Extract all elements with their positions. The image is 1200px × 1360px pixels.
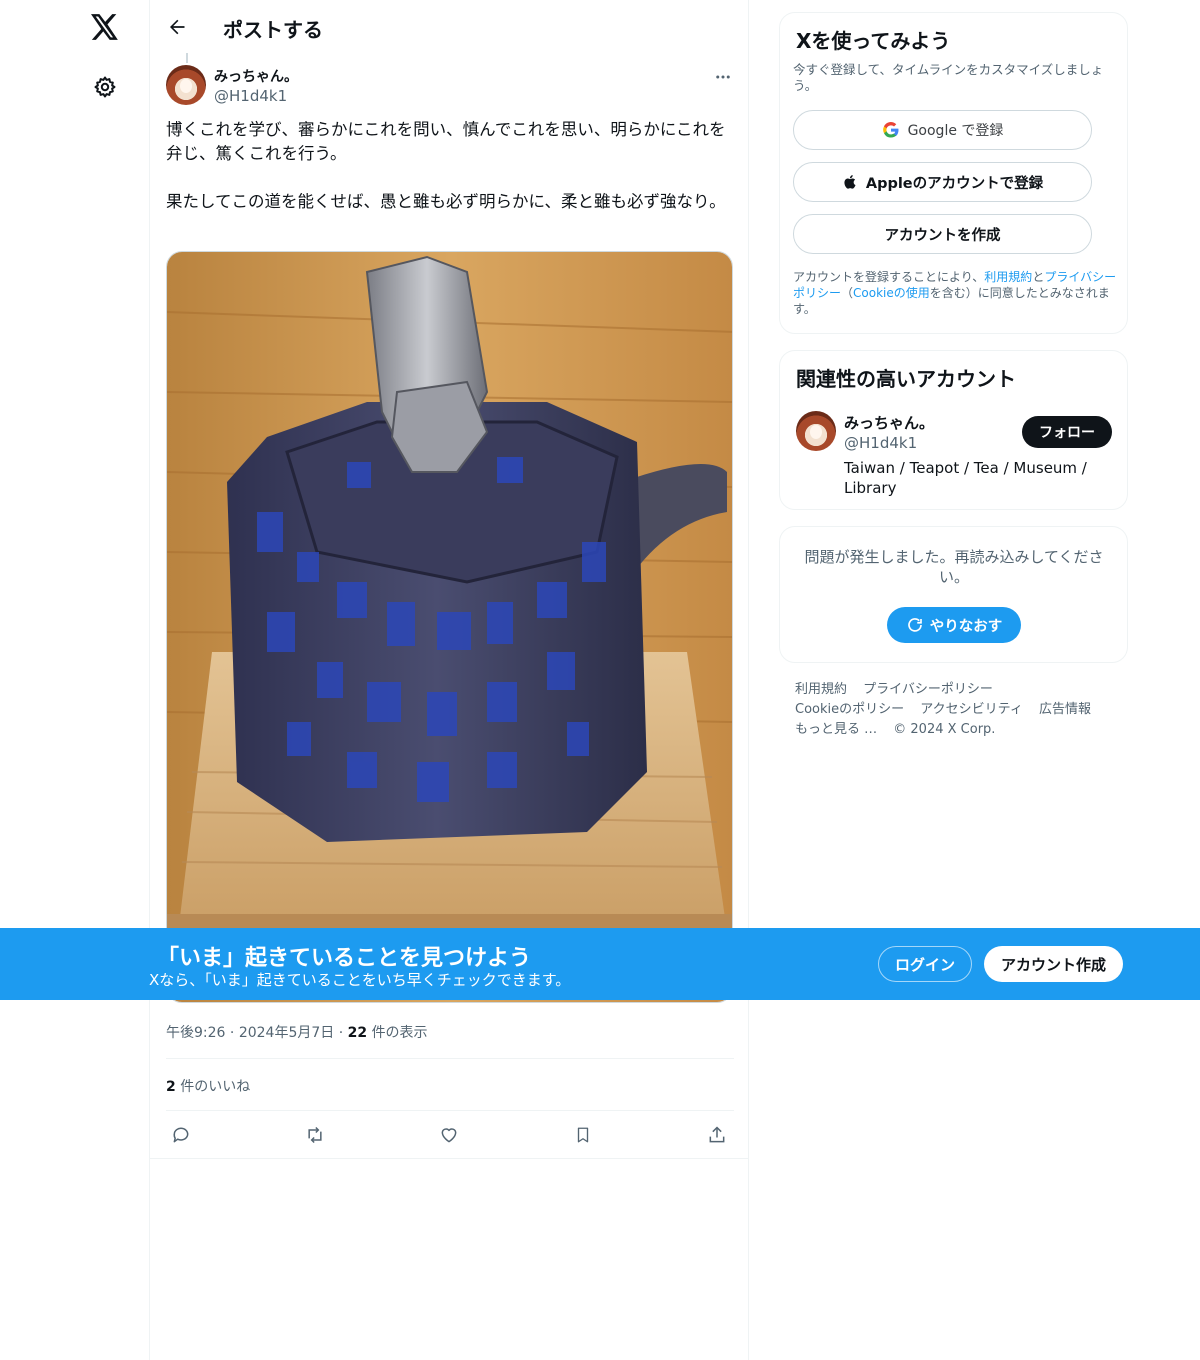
likes-summary[interactable]: 2 件のいいね xyxy=(166,1076,250,1096)
divider xyxy=(166,1058,734,1059)
related-name[interactable]: みっちゃん。 xyxy=(844,412,934,433)
related-accounts-card: 関連性の高いアカウント みっちゃん。 @H1d4k1 Taiwan / Teap… xyxy=(779,350,1128,510)
teapot-photo xyxy=(167,252,732,1002)
author-name[interactable]: みっちゃん。 xyxy=(214,66,298,86)
banner-subtitle: Xなら、「いま」起きていることをいち早くチェックできます。 xyxy=(149,971,571,989)
error-message: 問題が発生しました。再読み込みしてください。 xyxy=(804,548,1104,586)
gear-icon[interactable] xyxy=(90,72,120,102)
copyright: © 2024 X Corp. xyxy=(893,722,996,737)
left-nav xyxy=(0,0,150,1360)
terms-link[interactable]: 利用規約 xyxy=(984,270,1032,284)
retry-label: やりなおす xyxy=(929,618,1003,635)
post-date[interactable]: 2024年5月7日 xyxy=(239,1025,334,1041)
post-image[interactable] xyxy=(166,251,733,1003)
footer-link-privacy[interactable]: プライバシーポリシー xyxy=(863,682,993,697)
more-dots-icon[interactable] xyxy=(710,64,736,90)
cookie-link[interactable]: Cookieの使用 xyxy=(853,286,930,300)
signup-button[interactable]: アカウント作成 xyxy=(984,946,1123,982)
signup-title: Xを使ってみよう xyxy=(796,29,951,53)
divider xyxy=(166,1110,734,1111)
page-title: ポストする xyxy=(223,18,323,42)
related-bio: Taiwan / Teapot / Tea / Museum / Library xyxy=(844,459,1087,497)
follow-button[interactable]: フォロー xyxy=(1022,416,1112,448)
post-text-paragraph: 果たしてこの道を能くせば、愚と雖も必ず明らかに、柔と雖も必ず強なり。 xyxy=(166,192,726,211)
bottom-banner: 「いま」起きていることを見つけよう Xなら、「いま」起きていることをいち早くチェ… xyxy=(0,928,1200,1000)
divider xyxy=(150,1158,748,1159)
bookmark-icon[interactable] xyxy=(570,1122,596,1148)
reply-icon[interactable] xyxy=(168,1122,194,1148)
thread-line xyxy=(186,53,188,63)
footer-link-terms[interactable]: 利用規約 xyxy=(795,682,847,697)
repost-icon[interactable] xyxy=(302,1122,328,1148)
apple-icon xyxy=(844,175,856,189)
legal-text-part: （ xyxy=(841,286,854,300)
avatar[interactable] xyxy=(796,411,836,451)
likes-count: 2 xyxy=(166,1079,176,1095)
post-time[interactable]: 午後9:26 xyxy=(166,1025,225,1041)
author-handle[interactable]: @H1d4k1 xyxy=(214,87,287,105)
apple-signup-button[interactable]: Appleのアカウントで登録 xyxy=(793,162,1092,202)
share-icon[interactable] xyxy=(704,1122,730,1148)
arrow-left-icon[interactable] xyxy=(164,14,190,40)
legal-text-part: と xyxy=(1032,270,1045,284)
retry-button[interactable]: やりなおす xyxy=(887,607,1021,643)
signup-card: Xを使ってみよう 今すぐ登録して、タイムラインをカスタマイズしましょう。 Goo… xyxy=(779,12,1128,334)
legal-text-part: アカウントを登録することにより、 xyxy=(793,270,985,284)
views-label: 件の表示 xyxy=(371,1025,428,1041)
post-text: 博くこれを学び、審らかにこれを問い、慎んでこれを思い、明らかにこれを弁じ、篤くこ… xyxy=(166,118,732,214)
banner-title: 「いま」起きていることを見つけよう xyxy=(157,946,532,971)
post-text-paragraph: 博くこれを学び、審らかにこれを問い、慎んでこれを思い、明らかにこれを弁じ、篤くこ… xyxy=(166,120,726,163)
google-icon xyxy=(882,121,899,138)
login-button[interactable]: ログイン xyxy=(878,946,972,982)
footer-link-ads[interactable]: 広告情報 xyxy=(1039,702,1091,717)
footer-link-accessibility[interactable]: アクセシビリティ xyxy=(920,702,1023,717)
signup-subtitle: 今すぐ登録して、タイムラインをカスタマイズしましょう。 xyxy=(793,62,1104,93)
error-card: 問題が発生しました。再読み込みしてください。 やりなおす xyxy=(779,526,1128,663)
footer-links: 利用規約 プライバシーポリシー Cookieのポリシー アクセシビリティ 広告情… xyxy=(795,680,1125,740)
top-bar: ポストする xyxy=(150,0,750,53)
create-account-button[interactable]: アカウントを作成 xyxy=(793,214,1092,254)
legal-text: アカウントを登録することにより、利用規約とプライバシーポリシー（Cookieの使… xyxy=(793,269,1119,317)
google-signup-label: Google で登録 xyxy=(907,123,1004,139)
refresh-icon xyxy=(907,618,922,632)
post-actions xyxy=(166,1122,734,1148)
create-account-label: アカウントを作成 xyxy=(884,227,1001,244)
footer-link-more[interactable]: もっと見る … xyxy=(795,722,877,737)
related-handle[interactable]: @H1d4k1 xyxy=(844,434,917,452)
views-count: 22 xyxy=(347,1025,368,1041)
main-column: ポストする みっちゃん。 @H1d4k1 博くこれを学び、審らかにこれを問い、慎… xyxy=(149,0,749,1360)
like-icon[interactable] xyxy=(436,1122,462,1148)
post-meta: 午後9:26 · 2024年5月7日 · 22 件の表示 xyxy=(166,1025,428,1041)
likes-label: 件のいいね xyxy=(180,1079,251,1095)
related-title: 関連性の高いアカウント xyxy=(796,367,1016,391)
google-signup-button[interactable]: Google で登録 xyxy=(793,110,1092,150)
x-logo-icon[interactable] xyxy=(88,10,122,44)
avatar[interactable] xyxy=(166,65,206,105)
footer-link-cookie[interactable]: Cookieのポリシー xyxy=(795,702,904,717)
apple-signup-label: Appleのアカウントで登録 xyxy=(865,175,1044,192)
